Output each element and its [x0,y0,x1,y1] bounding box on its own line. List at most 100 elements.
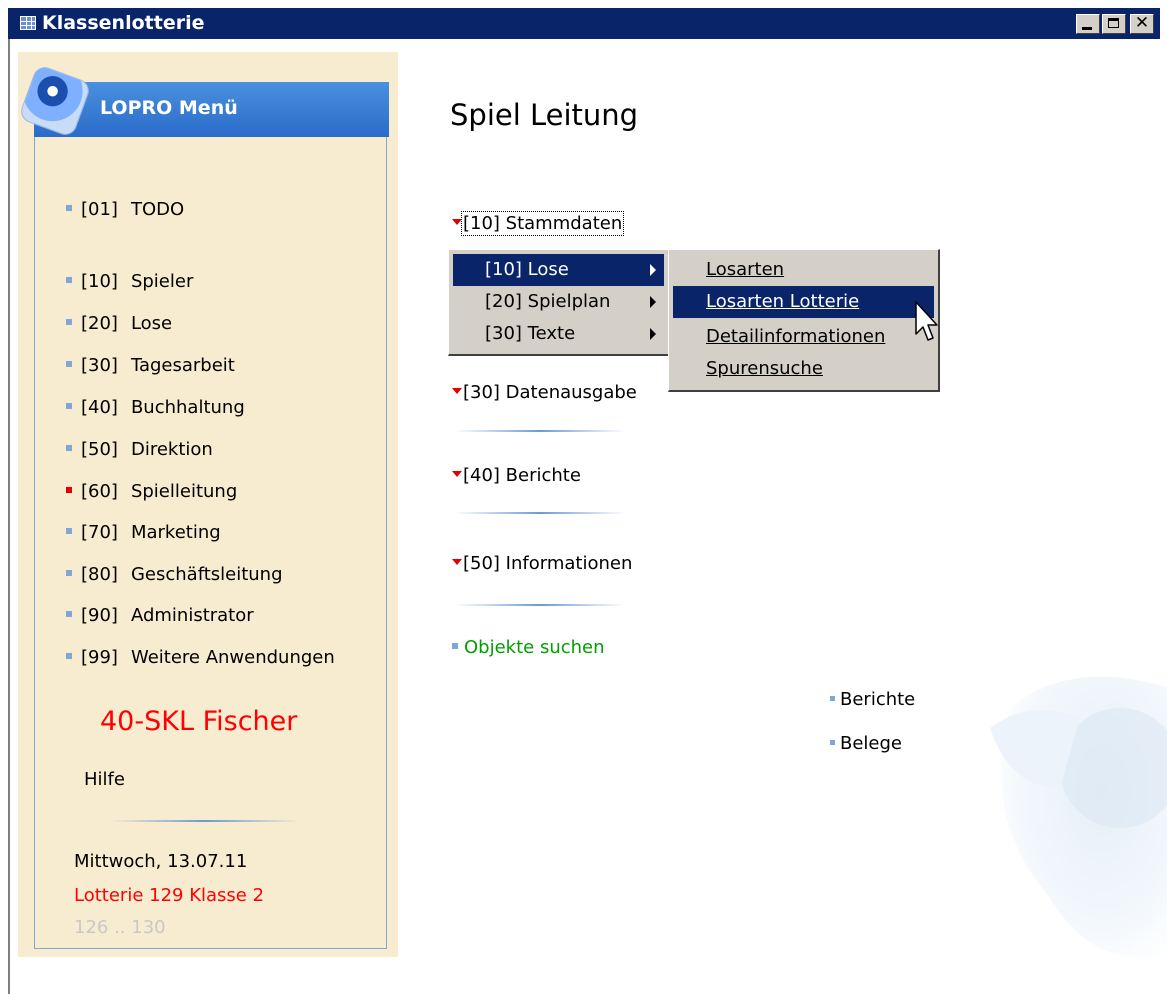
company-name: 40-SKL Fischer [100,706,298,737]
bullet-icon [66,528,72,534]
section-datenausgabe[interactable]: [30] Datenausgabe [452,382,637,403]
sidebar-item-buchhaltung[interactable]: [40] Buchhaltung [66,397,245,418]
sidebar-item-code: [20] [81,313,118,334]
reports-link[interactable]: Berichte [830,689,915,710]
sidebar-item-direktion[interactable]: [50] Direktion [66,439,213,460]
submenu-item-label: Spurensuche [706,358,823,379]
divider [455,512,625,514]
menu-item-lose[interactable]: [10] Lose [453,254,664,286]
sidebar-item-tagesarbeit[interactable]: [30] Tagesarbeit [66,355,235,376]
expand-arrow-icon [452,219,462,225]
expand-arrow-icon [452,471,462,477]
divider [455,604,625,606]
bullet-icon [66,277,72,283]
sidebar-item-marketing[interactable]: [70] Marketing [66,522,221,543]
sidebar-item-spieler[interactable]: [10] Spieler [66,271,193,292]
maximize-icon [1108,18,1119,28]
search-objects-label: Objekte suchen [464,637,605,658]
section-label: [40] Berichte [463,465,581,486]
sidebar-header: LOPRO Menü [17,63,389,139]
bullet-icon [830,695,835,701]
bullet-icon [66,445,72,451]
lottery-range: 126 .. 130 [74,917,166,938]
sidebar-item-label: Weitere Anwendungen [130,647,335,668]
sidebar-menu-panel [34,137,387,949]
submenu-arrow-icon [650,296,656,308]
minimize-button[interactable] [1076,14,1100,34]
receipts-label: Belege [840,733,902,754]
sidebar-item-label: Marketing [130,522,221,543]
bullet-icon [66,205,72,211]
sidebar-item-label: Direktion [130,439,213,460]
mouse-pointer-icon [915,301,938,341]
submenu-arrow-icon [650,264,656,276]
window-border [8,39,10,994]
expand-arrow-icon [452,388,462,394]
section-berichte[interactable]: [40] Berichte [452,465,581,486]
sidebar-item-todo[interactable]: [01] TODO [66,199,184,220]
section-label: [10] Stammdaten [460,211,625,236]
sidebar-item-spielleitung[interactable]: [60] Spielleitung [66,481,237,502]
menu-item-spielplan[interactable]: [20] Spielplan [453,286,664,318]
decorative-watermark [990,676,1167,960]
window-title: Klassenlotterie [42,12,205,34]
submenu-item-losarten-lotterie[interactable]: Losarten Lotterie [673,286,934,318]
bullet-icon [830,739,835,745]
menu-item-texte[interactable]: [30] Texte [453,318,664,350]
submenu-item-detailinformationen[interactable]: Detailinformationen [673,321,934,353]
sidebar-item-label: Tagesarbeit [130,355,235,376]
menu-item-label: [30] Texte [485,323,576,344]
reports-label: Berichte [840,689,916,710]
sidebar-item-code: [50] [81,439,118,460]
section-stammdaten[interactable]: [10] Stammdaten [452,211,625,236]
submenu-arrow-icon [650,328,656,340]
divider [110,820,300,822]
bullet-icon [452,643,458,649]
bullet-icon [66,570,72,576]
sidebar-item-code: [70] [81,522,118,543]
sidebar-item-label: TODO [130,199,185,220]
sidebar-item-weitere-anwendungen[interactable]: [99] Weitere Anwendungen [66,647,335,668]
divider [455,430,625,432]
application-window: Klassenlotterie ✕ LOPRO Menü [01] TODO [10… [0,0,1167,994]
receipts-link[interactable]: Belege [830,733,902,754]
close-icon: ✕ [1134,13,1150,33]
expand-arrow-icon [452,559,462,565]
sidebar-item-label: Spielleitung [130,481,238,502]
sidebar-item-label: Administrator [130,605,254,626]
menu-item-label: [10] Lose [485,259,569,280]
bullet-icon [66,653,72,659]
context-menu: [10] Lose [20] Spielplan [30] Texte [448,249,670,356]
sidebar-item-label: Spieler [130,271,194,292]
sidebar-item-code: [60] [81,481,118,502]
submenu: Losarten Losarten Lotterie Detailinforma… [668,249,940,392]
title-bar[interactable]: Klassenlotterie ✕ [8,8,1160,39]
bullet-icon [66,319,72,325]
close-button[interactable]: ✕ [1130,13,1154,34]
submenu-item-label: Losarten [706,259,785,280]
sidebar-item-lose[interactable]: [20] Lose [66,313,172,334]
bullet-icon [66,403,72,409]
help-link[interactable]: Hilfe [84,769,125,790]
submenu-item-losarten[interactable]: Losarten [673,254,934,286]
lottery-info[interactable]: Lotterie 129 Klasse 2 [74,885,264,906]
sidebar-item-label: Buchhaltung [130,397,245,418]
sidebar-item-code: [10] [81,271,118,292]
table-icon [20,16,36,30]
sidebar-item-administrator[interactable]: [90] Administrator [66,605,254,626]
submenu-item-label: Detailinformationen [706,326,886,347]
submenu-item-label: Losarten Lotterie [706,291,860,312]
menu-item-label: [20] Spielplan [485,291,611,312]
section-informationen[interactable]: [50] Informationen [452,553,632,574]
submenu-item-spurensuche[interactable]: Spurensuche [673,353,934,385]
sidebar-item-code: [40] [81,397,118,418]
section-label: [30] Datenausgabe [463,382,637,403]
sidebar-item-code: [30] [81,355,118,376]
sidebar-item-geschäftsleitung[interactable]: [80] Geschäftsleitung [66,564,283,585]
bullet-icon [66,487,72,493]
maximize-button[interactable] [1102,14,1126,34]
sidebar-item-code: [99] [81,647,118,668]
sidebar-item-code: [80] [81,564,118,585]
search-objects-link[interactable]: Objekte suchen [452,637,605,658]
section-label: [50] Informationen [463,553,633,574]
